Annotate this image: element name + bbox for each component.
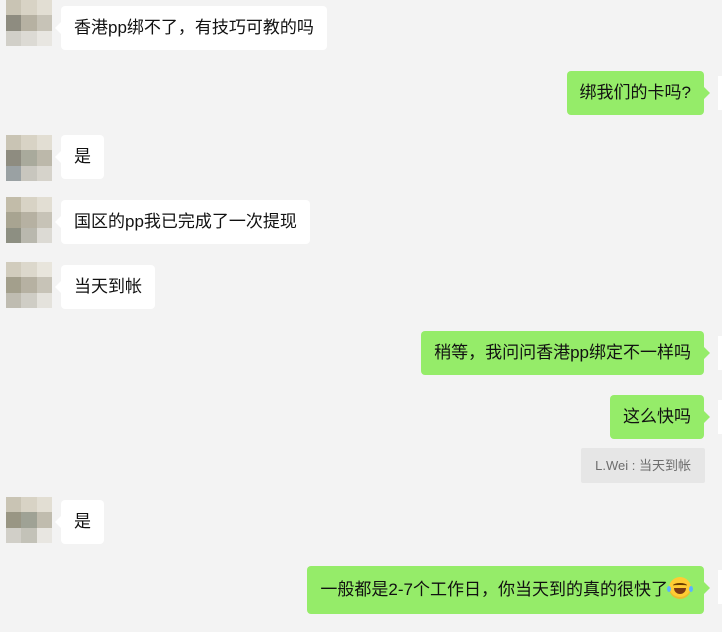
- contact-avatar[interactable]: [6, 197, 52, 243]
- contact-avatar[interactable]: [6, 135, 52, 181]
- contact-avatar[interactable]: [6, 497, 52, 543]
- self-avatar-edge: [718, 570, 722, 604]
- outgoing-message[interactable]: 稍等，我问问香港pp绑定不一样吗: [421, 331, 710, 375]
- outgoing-message[interactable]: 绑我们的卡吗?: [566, 71, 711, 115]
- contact-avatar[interactable]: [6, 262, 52, 308]
- self-avatar-edge: [718, 400, 722, 434]
- contact-avatar[interactable]: [6, 0, 52, 46]
- incoming-message[interactable]: 是: [55, 500, 104, 544]
- outgoing-message[interactable]: 一般都是2-7个工作日，你当天到的真的很快了: [307, 566, 710, 614]
- self-avatar-edge: [718, 76, 722, 110]
- message-text: 一般都是2-7个工作日，你当天到的真的很快了: [320, 580, 668, 599]
- incoming-message[interactable]: 是: [55, 135, 104, 179]
- incoming-message[interactable]: 香港pp绑不了，有技巧可教的吗: [55, 6, 327, 50]
- tears-of-joy-emoji-icon: [667, 577, 693, 599]
- incoming-message[interactable]: 当天到帐: [55, 265, 155, 309]
- self-avatar-edge: [718, 336, 722, 370]
- quoted-reply[interactable]: L.Wei : 当天到帐: [581, 448, 705, 483]
- incoming-message[interactable]: 国区的pp我已完成了一次提现: [55, 200, 310, 244]
- outgoing-message[interactable]: 这么快吗: [610, 395, 710, 439]
